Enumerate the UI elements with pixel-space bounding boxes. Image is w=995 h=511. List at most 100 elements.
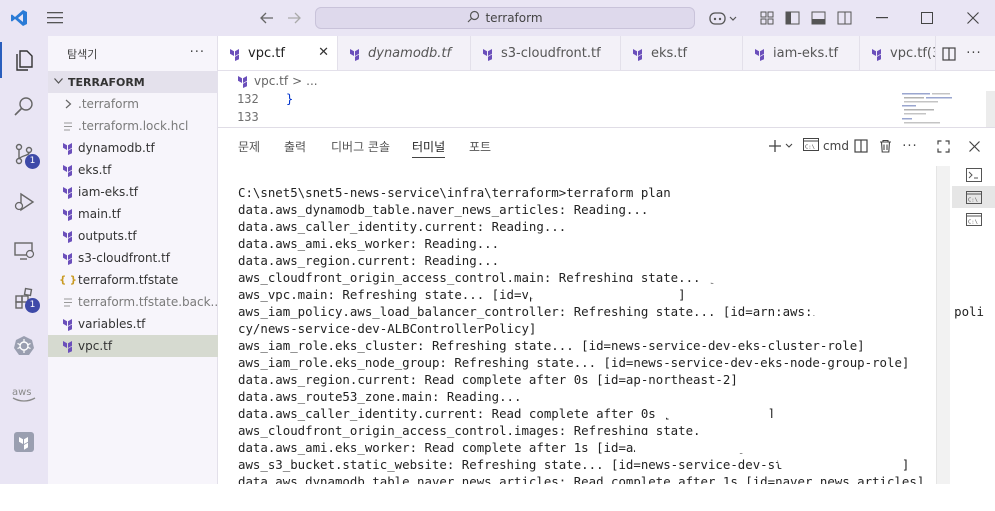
search-view-icon[interactable] [0,84,48,128]
explorer-icon[interactable] [0,38,48,82]
terminal-entry-shell[interactable] [952,164,995,186]
tree-item-iam-eks-tf[interactable]: iam-eks.tf [48,181,218,203]
svg-text:C:\: C:\ [968,197,978,203]
terraform-file-icon [236,74,250,88]
aws-icon[interactable]: aws [0,372,48,416]
explorer-more-icon[interactable]: ··· [190,45,205,60]
tab-label: dynamodb.tf [368,46,452,61]
text-file-icon [58,297,78,307]
terminal-entry-cmd-2[interactable]: C:\ [952,208,995,230]
line-number: 132 [237,92,259,106]
maximize-icon[interactable] [905,0,949,36]
chevron-right-icon [58,99,78,109]
json-file-icon: { } [59,274,77,286]
close-tab-icon[interactable]: ✕ [318,45,329,60]
tab-iam-eks-tf[interactable]: iam-eks.tf [743,36,860,70]
terraform-file-icon [753,47,767,61]
tree-item-outputs-tf[interactable]: outputs.tf [48,225,218,247]
minimize-icon[interactable] [860,0,904,36]
terminal-line: data.aws_route53_zone.main: Reading... [238,389,522,404]
breadcrumb-file[interactable]: vpc.tf [254,74,288,88]
terraform-icon[interactable] [0,420,48,464]
tree-item-terraform-tfstate[interactable]: { } terraform.tfstate [48,269,218,291]
tab-vpc-tf-3[interactable]: vpc.tf(3 [860,36,936,70]
redacted-region [778,452,868,470]
customize-layout-icon[interactable] [757,0,777,36]
command-center-search[interactable]: terraform [315,7,695,29]
close-window-icon[interactable] [951,0,995,36]
run-debug-icon[interactable] [0,180,48,224]
tab-label: s3-cloudfront.tf [501,46,601,61]
shell-label: cmd [823,139,849,153]
back-arrow-icon[interactable] [256,0,278,36]
tab-terminal[interactable]: 터미널 [412,138,446,158]
terraform-file-icon [58,185,78,199]
tree-item-s3-cloudfront-tf[interactable]: s3-cloudfront.tf [48,247,218,269]
terminal-line: cy/news-service-dev-ALBControllerPolicy] [238,321,537,336]
tab-problems[interactable]: 문제 [238,138,260,158]
kubernetes-icon[interactable] [0,324,48,368]
terminal-line: data.aws_region.current: Read complete a… [238,372,738,387]
tree-item-label: outputs.tf [78,229,137,243]
editor-more-icon[interactable]: ··· [963,36,985,70]
forward-arrow-icon[interactable] [283,0,305,36]
split-editor-icon[interactable] [938,36,960,70]
vscode-logo-icon [8,0,30,36]
close-panel-icon[interactable] [963,136,985,156]
redacted-region [704,265,818,283]
tab-output[interactable]: 출력 [284,138,306,158]
menu-icon[interactable] [44,0,66,36]
workspace-root-folder[interactable]: TERRAFORM [48,71,218,93]
tree-item-label: vpc.tf [78,339,113,353]
tree-item-label: iam-eks.tf [78,185,139,199]
panel-more-icon[interactable]: ··· [899,136,921,156]
terraform-file-icon [228,47,242,61]
maximize-panel-icon[interactable] [932,136,954,156]
toggle-secondary-sidebar-icon[interactable] [834,0,854,36]
activity-bar: 1 1 aws [0,36,48,511]
kill-terminal-icon[interactable] [875,136,895,156]
terraform-file-icon [58,141,78,155]
text-file-icon [58,121,78,131]
tree-item-label: main.tf [78,207,121,221]
tab-s3-cloudfront-tf[interactable]: s3-cloudfront.tf [471,36,621,70]
tree-item-dynamodb-tf[interactable]: dynamodb.tf [48,137,218,159]
copilot-icon[interactable] [706,0,740,36]
code-line: } [286,92,294,106]
terminal-output[interactable]: C:\snet5\snet5-news-service\infra\terraf… [238,184,984,490]
title-bar: terraform [0,0,995,36]
tree-item-terraform-lock-hcl[interactable]: .terraform.lock.hcl [48,115,218,137]
new-terminal-icon[interactable] [766,136,798,156]
cmd-terminal-icon: C:\ [803,138,820,154]
terminal-entry-cmd-1[interactable]: C:\ [952,186,995,208]
extensions-icon[interactable]: 1 [0,276,48,320]
breadcrumb-rest[interactable]: ... [306,74,317,88]
terminal-scrollbar[interactable] [936,166,950,485]
tab-vpc-tf[interactable]: vpc.tf ✕ [218,36,338,70]
toggle-panel-icon[interactable] [808,0,828,36]
tree-item-variables-tf[interactable]: variables.tf [48,313,218,335]
toggle-primary-sidebar-icon[interactable] [782,0,802,36]
tree-item-vpc-tf[interactable]: vpc.tf [48,335,218,357]
source-control-icon[interactable]: 1 [0,132,48,176]
tab-ports[interactable]: 포트 [469,138,491,158]
editor-tabs: vpc.tf ✕ dynamodb.tf s3-cloudfront.tf ek… [218,36,995,71]
tree-item-label: dynamodb.tf [78,141,155,155]
terminal-tabs-list: C:\ C:\ [952,164,995,230]
tab-debug-console[interactable]: 디버그 콘솔 [331,138,390,158]
terminal-shell-selector[interactable]: C:\ cmd [803,136,849,156]
tab-label: eks.tf [651,46,688,61]
tree-item-eks-tf[interactable]: eks.tf [48,159,218,181]
remote-explorer-icon[interactable] [0,228,48,272]
tree-item-main-tf[interactable]: main.tf [48,203,218,225]
split-terminal-icon[interactable] [851,136,871,156]
tree-item-terraform[interactable]: .terraform [48,93,218,115]
tree-item-terraform-tfstate-back[interactable]: terraform.tfstate.back... [48,291,218,313]
minimap[interactable] [898,91,962,127]
terminal-line: aws_iam_role.eks_cluster: Refreshing sta… [238,338,865,353]
editor-scrollbar[interactable] [986,91,995,127]
tree-item-label: eks.tf [78,163,112,177]
tab-dynamodb-tf[interactable]: dynamodb.tf [338,36,471,70]
tab-eks-tf[interactable]: eks.tf [621,36,743,70]
tree-item-label: terraform.tfstate.back... [78,295,218,309]
